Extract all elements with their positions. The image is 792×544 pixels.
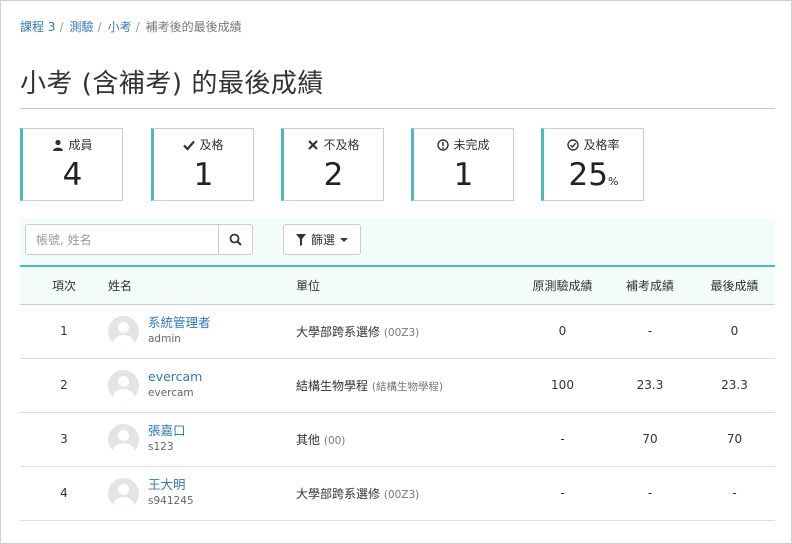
unit-code: (00) xyxy=(323,434,346,447)
makeup-score: - xyxy=(606,466,694,521)
row-unit: 大學部跨系選修 (00Z3) xyxy=(296,304,519,359)
stat-value-members: 4 xyxy=(62,157,83,193)
row-name-cell: 系統管理者 admin xyxy=(108,304,296,359)
final-score: 70 xyxy=(694,412,775,467)
row-unit: 結構生物學程 (結構生物學程) xyxy=(296,358,519,413)
row-name-cell: 王大明 s941245 xyxy=(108,466,296,521)
breadcrumb-separator: / xyxy=(59,19,64,34)
filter-icon xyxy=(295,233,306,246)
pass-rate-number: 25 xyxy=(568,157,608,193)
search-icon xyxy=(229,233,242,246)
row-index: 3 xyxy=(20,412,108,467)
row-unit: 大學部跨系選修 (00Z3) xyxy=(296,466,519,521)
breadcrumb-quiz[interactable]: 小考 xyxy=(108,18,132,35)
title-divider xyxy=(20,108,775,109)
breadcrumb: 課程 3/ 測驗 / 小考 / 補考後的最後成績 xyxy=(20,18,242,35)
exclamation-circle-icon xyxy=(437,138,450,151)
stat-value-failed: 2 xyxy=(323,157,344,193)
table-row: 3 張嘉口 s123 其他 (00) - 70 70 xyxy=(20,412,775,467)
user-name-link[interactable]: 系統管理者 xyxy=(148,315,211,331)
row-index: 1 xyxy=(20,304,108,359)
avatar xyxy=(108,369,139,401)
chevron-down-icon xyxy=(340,237,348,242)
original-score: 0 xyxy=(519,304,606,359)
check-icon xyxy=(183,140,196,151)
column-header-final-score[interactable]: 最後成績 xyxy=(694,265,775,305)
pass-rate-unit: % xyxy=(608,175,619,188)
stat-value-incomplete: 1 xyxy=(453,157,474,193)
original-score: - xyxy=(519,466,606,521)
table-row: 1 系統管理者 admin 大學部跨系選修 (00Z3) 0 - 0 xyxy=(20,304,775,359)
stat-value-passed: 1 xyxy=(193,157,214,193)
breadcrumb-current: 補考後的最後成績 xyxy=(145,20,242,34)
user-account: s123 xyxy=(148,441,174,453)
column-header-name[interactable]: 姓名 xyxy=(108,265,296,305)
x-icon xyxy=(308,139,319,150)
unit-name: 其他 xyxy=(296,432,321,447)
search-input[interactable] xyxy=(25,224,219,255)
row-index: 2 xyxy=(20,358,108,413)
row-name-cell: evercam evercam xyxy=(108,358,296,413)
user-account: evercam xyxy=(148,387,194,399)
stat-card-failed: 不及格 2 xyxy=(281,128,384,201)
row-name-cell: 張嘉口 s123 xyxy=(108,412,296,467)
row-index: 4 xyxy=(20,466,108,521)
column-header-index[interactable]: 項次 xyxy=(20,265,108,305)
user-icon xyxy=(53,139,64,151)
unit-name: 大學部跨系選修 xyxy=(296,324,381,339)
stat-label-passed: 及格 xyxy=(199,138,224,152)
avatar xyxy=(108,477,139,509)
unit-code: (結構生物學程) xyxy=(371,380,444,393)
stat-value-pass-rate: 25% xyxy=(544,157,643,200)
stat-card-members: 成員 4 xyxy=(20,128,123,201)
stat-label-pass-rate: 及格率 xyxy=(583,138,620,152)
row-unit: 其他 (00) xyxy=(296,412,519,467)
stat-card-incomplete: 未完成 1 xyxy=(411,128,514,201)
original-score-link[interactable]: 100 xyxy=(519,358,606,413)
final-score: 0 xyxy=(694,304,775,359)
stat-card-passed: 及格 1 xyxy=(151,128,254,201)
breadcrumb-tests[interactable]: 測驗 xyxy=(70,18,94,35)
filter-button[interactable]: 篩選 xyxy=(283,224,361,255)
makeup-score: - xyxy=(606,304,694,359)
stat-label-members: 成員 xyxy=(68,138,93,152)
table-row: 2 evercam evercam 結構生物學程 (結構生物學程) 100 23.… xyxy=(20,358,775,413)
stat-label-incomplete: 未完成 xyxy=(453,138,490,152)
page-frame: 課程 3/ 測驗 / 小考 / 補考後的最後成績 小考 (含補考) 的最後成績 成員… xyxy=(0,0,792,544)
final-score: 23.3 xyxy=(694,358,775,413)
user-name-link[interactable]: evercam xyxy=(148,369,202,385)
grades-table: 項次 姓名 單位 原測驗成績 補考成績 最後成績 1 系統管理者 admin 大學… xyxy=(20,265,775,521)
page-title: 小考 (含補考) 的最後成績 xyxy=(20,69,324,99)
search-button[interactable] xyxy=(218,224,253,255)
unit-code: (00Z3) xyxy=(383,488,420,501)
unit-code: (00Z3) xyxy=(383,326,420,339)
original-score: - xyxy=(519,412,606,467)
column-header-original-score[interactable]: 原測驗成績 xyxy=(519,265,606,305)
breadcrumb-separator: / xyxy=(135,19,140,34)
check-circle-icon xyxy=(567,138,580,151)
unit-name: 大學部跨系選修 xyxy=(296,486,381,501)
user-name-link[interactable]: 張嘉口 xyxy=(148,423,186,439)
user-name-link[interactable]: 王大明 xyxy=(148,477,194,493)
user-account: s941245 xyxy=(148,495,194,507)
stat-label-failed: 不及格 xyxy=(323,138,360,152)
breadcrumb-separator: / xyxy=(97,19,102,34)
filter-label: 篩選 xyxy=(310,233,335,247)
final-score: - xyxy=(694,466,775,521)
table-header-row: 項次 姓名 單位 原測驗成績 補考成績 最後成績 xyxy=(20,265,775,305)
stat-card-pass-rate: 及格率 25% xyxy=(541,128,644,201)
breadcrumb-course[interactable]: 課程 3 xyxy=(20,18,55,35)
makeup-score-link[interactable]: 70 xyxy=(606,412,694,467)
unit-name: 結構生物學程 xyxy=(296,378,369,393)
toolbar: 篩選 xyxy=(20,218,775,265)
table-row: 4 王大明 s941245 大學部跨系選修 (00Z3) - - - xyxy=(20,466,775,521)
avatar xyxy=(108,423,139,455)
column-header-makeup-score[interactable]: 補考成績 xyxy=(606,265,694,305)
column-header-unit[interactable]: 單位 xyxy=(296,265,519,305)
user-account: admin xyxy=(148,333,181,345)
makeup-score-link[interactable]: 23.3 xyxy=(606,358,694,413)
avatar xyxy=(108,315,139,347)
